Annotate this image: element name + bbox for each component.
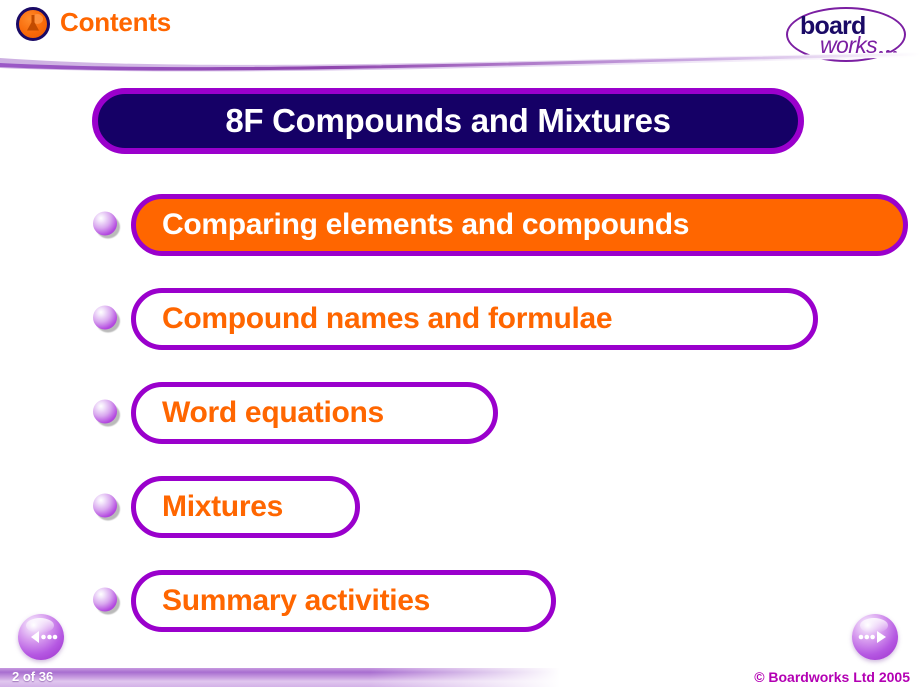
menu-item-label: Mixtures — [162, 490, 283, 523]
slide-counter: 2 of 36 — [12, 669, 54, 684]
menu-row: Comparing elements and compounds — [0, 178, 920, 272]
forward-arrow-icon — [858, 631, 886, 643]
bullet-icon — [93, 399, 120, 427]
menu-row: Mixtures — [0, 460, 920, 554]
menu-item-comparing-elements-and-compounds[interactable]: Comparing elements and compounds — [131, 194, 908, 256]
menu-item-mixtures[interactable]: Mixtures — [131, 476, 360, 538]
bullet-icon — [93, 211, 120, 239]
previous-slide-button[interactable] — [18, 614, 64, 660]
menu-row: Word equations — [0, 366, 920, 460]
chemistry-flask-icon — [16, 7, 50, 41]
page-title: Contents — [60, 7, 172, 37]
menu-row: Compound names and formulae — [0, 272, 920, 366]
menu-item-word-equations[interactable]: Word equations — [131, 382, 498, 444]
lesson-title-bar: 8F Compounds and Mixtures — [92, 88, 804, 154]
back-arrow-icon — [31, 631, 58, 643]
next-slide-button[interactable] — [852, 614, 898, 660]
bullet-icon — [93, 587, 120, 615]
page-header: Contents board works — [0, 0, 920, 78]
lesson-title-text: 8F Compounds and Mixtures — [225, 102, 671, 139]
bullet-icon — [93, 305, 120, 333]
footer-bar — [0, 668, 560, 687]
menu-item-summary-activities[interactable]: Summary activities — [131, 570, 556, 632]
bullet-icon — [93, 493, 120, 521]
menu-item-label: Comparing elements and compounds — [162, 208, 690, 241]
header-swoosh-divider — [0, 52, 920, 72]
menu-item-label: Word equations — [162, 396, 384, 429]
menu-item-compound-names-and-formulae[interactable]: Compound names and formulae — [131, 288, 818, 350]
flask-body-shape — [27, 19, 39, 31]
menu-item-label: Summary activities — [162, 584, 431, 617]
copyright-text: © Boardworks Ltd 2005 — [754, 669, 910, 685]
contents-menu: Comparing elements and compounds Compoun… — [0, 178, 920, 648]
menu-row: Summary activities — [0, 554, 920, 648]
menu-item-label: Compound names and formulae — [162, 302, 613, 335]
